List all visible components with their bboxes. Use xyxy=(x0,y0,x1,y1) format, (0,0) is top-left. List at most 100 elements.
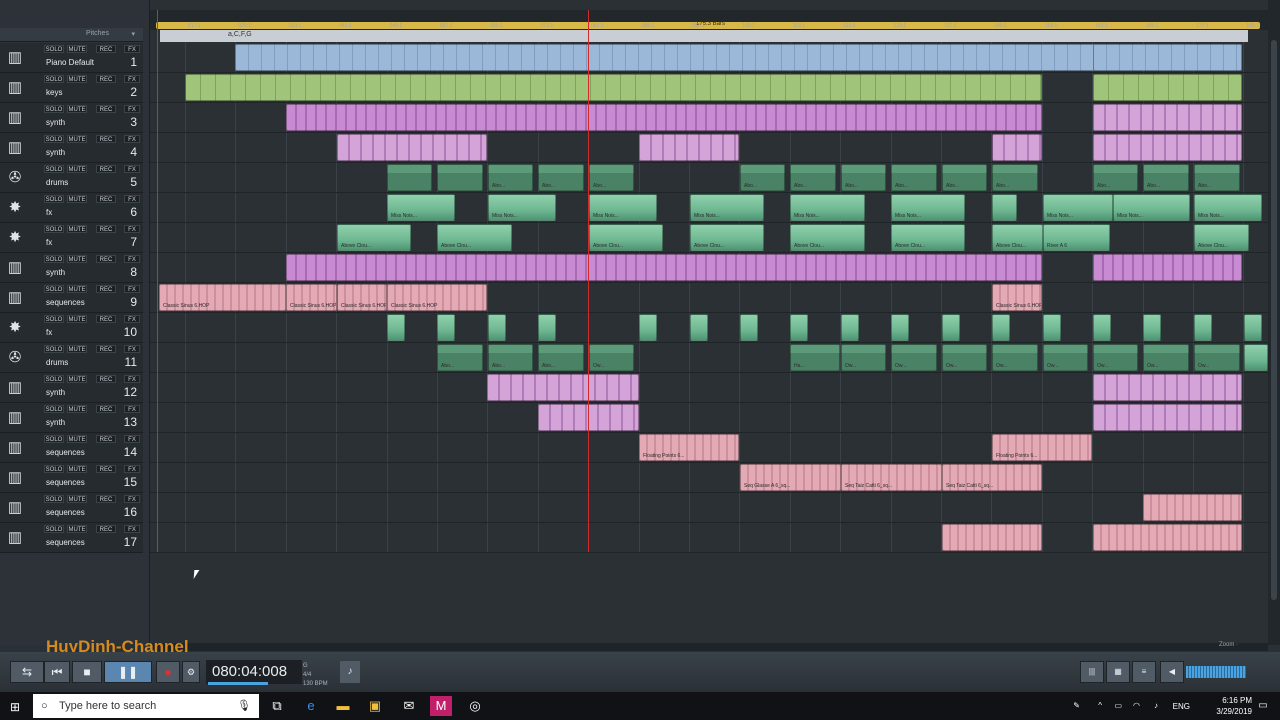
app-button[interactable]: ◎ xyxy=(464,696,486,716)
record-arm-button[interactable]: REC xyxy=(96,285,116,293)
audio-clip[interactable]: Floating Points 6... xyxy=(639,434,739,461)
audio-clip[interactable] xyxy=(1244,314,1262,341)
audio-clip[interactable] xyxy=(286,104,1042,131)
notification-button[interactable]: ▭ xyxy=(1252,696,1274,716)
store-button[interactable]: ▣ xyxy=(364,696,386,716)
solo-button[interactable]: SOLO xyxy=(44,225,64,233)
solo-button[interactable]: SOLO xyxy=(44,315,64,323)
audio-clip[interactable]: Abo... xyxy=(1093,164,1138,191)
track-name[interactable]: drums xyxy=(46,358,68,367)
track-header-14[interactable]: ▥ SOLO MUTE REC FX sequences 14 xyxy=(0,433,143,463)
chevron-up-icon[interactable]: ^ xyxy=(1098,701,1102,710)
audio-clip[interactable] xyxy=(1093,74,1242,101)
pitches-header[interactable]: Pitches ▾ xyxy=(0,28,143,42)
audio-clip[interactable]: Ow... xyxy=(1043,344,1088,371)
audio-clip[interactable]: Above Clou... xyxy=(337,224,411,251)
audio-clip[interactable] xyxy=(1093,524,1242,551)
audio-clip[interactable]: Abo... xyxy=(942,164,987,191)
solo-button[interactable]: SOLO xyxy=(44,435,64,443)
fx-button[interactable]: FX xyxy=(124,285,140,293)
audio-clip[interactable]: Abo... xyxy=(891,164,937,191)
record-arm-button[interactable]: REC xyxy=(96,75,116,83)
audio-clip[interactable]: Miss Nois... xyxy=(1043,194,1113,221)
mute-button[interactable]: MUTE xyxy=(67,345,87,353)
horizontal-scrollbar[interactable]: Zoom · xyxy=(150,642,1268,651)
record-options-button[interactable]: ⚙ xyxy=(182,661,200,683)
track-lane-7[interactable]: Above Clou... Above Clou... Above Clou... A… xyxy=(150,223,1268,253)
vertical-scroll-thumb[interactable] xyxy=(1271,40,1277,600)
audio-clip[interactable]: Ow... xyxy=(1093,344,1138,371)
audio-clip[interactable]: Classic Sinus 6.HOP xyxy=(992,284,1042,311)
solo-button[interactable]: SOLO xyxy=(44,45,64,53)
track-header-8[interactable]: ▥ SOLO MUTE REC FX synth 8 xyxy=(0,253,143,283)
audio-clip[interactable] xyxy=(992,134,1042,161)
track-header-2[interactable]: ▥ SOLO MUTE REC FX keys 2 xyxy=(0,73,143,103)
track-header-5[interactable]: ✇ SOLO MUTE REC FX drums 5 xyxy=(0,163,143,193)
audio-clip[interactable]: Abo... xyxy=(841,164,886,191)
volume-icon[interactable]: ♪ xyxy=(1154,701,1158,710)
mute-button[interactable]: MUTE xyxy=(67,135,87,143)
audio-clip[interactable]: Ow... xyxy=(891,344,937,371)
mute-button[interactable]: MUTE xyxy=(67,75,87,83)
windows-start-button[interactable]: ⊞ xyxy=(10,700,20,714)
taskbar-clock[interactable]: 6:16 PM 3/29/2019 xyxy=(1216,695,1252,717)
record-arm-button[interactable]: REC xyxy=(96,375,116,383)
audio-clip[interactable]: Abo... xyxy=(790,164,836,191)
mute-button[interactable]: MUTE xyxy=(67,165,87,173)
fx-button[interactable]: FX xyxy=(124,105,140,113)
track-lane-11[interactable]: Abo... Abo... Abo... Ow... Ha... Ow... Ow... Ow… xyxy=(150,343,1268,373)
fx-button[interactable]: FX xyxy=(124,255,140,263)
audio-clip[interactable]: Above Clou... xyxy=(589,224,663,251)
track-lane-16[interactable] xyxy=(150,493,1268,523)
audio-clip[interactable] xyxy=(992,194,1017,221)
audio-clip[interactable]: Miss Nois... xyxy=(891,194,965,221)
audio-clip[interactable]: Abo... xyxy=(992,164,1038,191)
solo-button[interactable]: SOLO xyxy=(44,195,64,203)
audio-clip[interactable] xyxy=(690,314,708,341)
audio-clip[interactable] xyxy=(891,314,909,341)
record-arm-button[interactable]: REC xyxy=(96,495,116,503)
wifi-icon[interactable]: ◠ xyxy=(1133,701,1140,710)
vertical-scrollbar[interactable] xyxy=(1268,0,1280,645)
microphone-icon[interactable]: 🎙 xyxy=(237,694,251,718)
fx-button[interactable]: FX xyxy=(124,525,140,533)
mute-button[interactable]: MUTE xyxy=(67,465,87,473)
track-header-1[interactable]: ▥ SOLO MUTE REC FX Piano Default 1 xyxy=(0,43,143,73)
audio-clip[interactable] xyxy=(942,524,1042,551)
audio-clip[interactable]: Abo... xyxy=(538,164,584,191)
audio-clip[interactable] xyxy=(387,314,405,341)
solo-button[interactable]: SOLO xyxy=(44,375,64,383)
audio-clip[interactable]: Ow... xyxy=(942,344,987,371)
chord-track[interactable]: a,C,F,G xyxy=(160,30,1248,42)
solo-button[interactable]: SOLO xyxy=(44,525,64,533)
record-arm-button[interactable]: REC xyxy=(96,315,116,323)
audio-clip[interactable] xyxy=(639,134,739,161)
fx-button[interactable]: FX xyxy=(124,225,140,233)
record-arm-button[interactable]: REC xyxy=(96,525,116,533)
track-name[interactable]: fx xyxy=(46,208,52,217)
track-name[interactable]: synth xyxy=(46,148,65,157)
mute-button[interactable]: MUTE xyxy=(67,375,87,383)
audio-clip[interactable]: Miss Nois... xyxy=(690,194,764,221)
track-lane-15[interactable]: Seq Glasse A 6_sq... Seq Taiz Catti 6_sq.… xyxy=(150,463,1268,493)
volume-down-button[interactable]: ◀ xyxy=(1160,661,1184,683)
track-header-16[interactable]: ▥ SOLO MUTE REC FX sequences 16 xyxy=(0,493,143,523)
solo-button[interactable]: SOLO xyxy=(44,405,64,413)
audio-clip[interactable]: Seq Taiz Catti 6_sq... xyxy=(841,464,942,491)
audio-clip[interactable] xyxy=(1194,314,1212,341)
track-header-4[interactable]: ▥ SOLO MUTE REC FX synth 4 xyxy=(0,133,143,163)
audio-clip[interactable] xyxy=(942,314,960,341)
audio-clip[interactable]: Miss Nois... xyxy=(790,194,865,221)
master-volume-slider[interactable] xyxy=(1186,666,1246,678)
taskbar-search-box[interactable]: ○ Type here to search 🎙 xyxy=(33,694,259,718)
record-arm-button[interactable]: REC xyxy=(96,195,116,203)
chevron-down-icon[interactable]: ▾ xyxy=(131,30,135,38)
track-header-13[interactable]: ▥ SOLO MUTE REC FX synth 13 xyxy=(0,403,143,433)
track-lane-3[interactable] xyxy=(150,103,1268,133)
solo-button[interactable]: SOLO xyxy=(44,255,64,263)
audio-clip[interactable] xyxy=(841,314,859,341)
metronome-button[interactable]: ♪ xyxy=(340,661,360,683)
audio-clip[interactable] xyxy=(639,314,657,341)
audio-clip[interactable]: Floating Points 6... xyxy=(992,434,1092,461)
mute-button[interactable]: MUTE xyxy=(67,285,87,293)
